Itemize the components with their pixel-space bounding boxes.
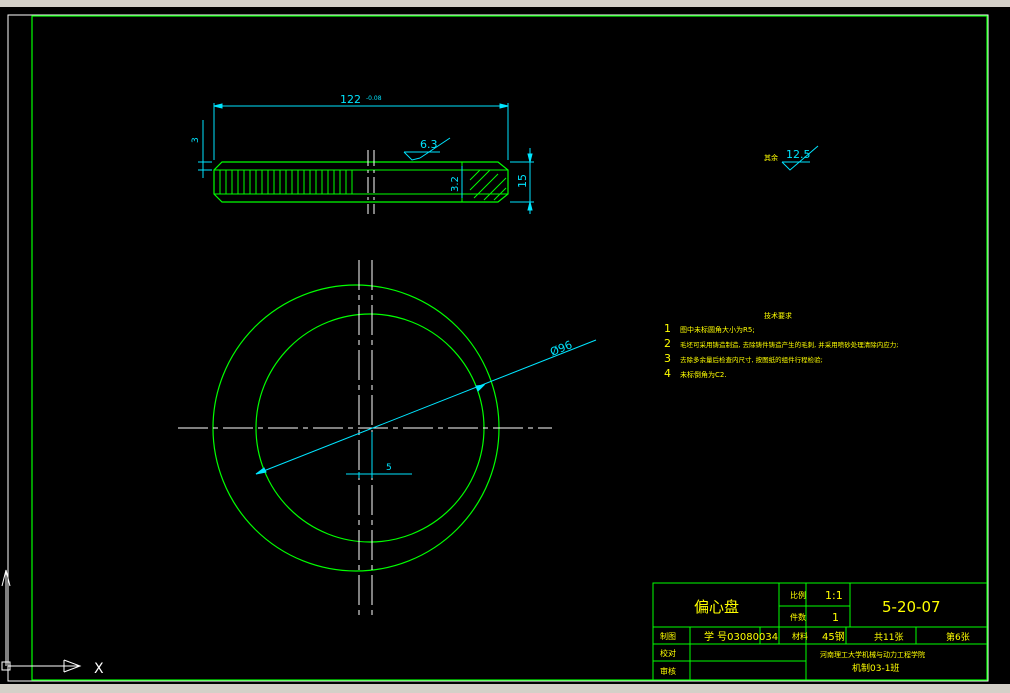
- title-drawn-value: 学 号03080034: [704, 630, 778, 643]
- svg-text:4: 4: [664, 367, 671, 380]
- ucs-x-label: X: [94, 661, 104, 677]
- svg-text:3: 3: [664, 352, 671, 365]
- dim-diameter-96: Ø96: [548, 338, 574, 359]
- svg-text:技术要求: 技术要求: [764, 311, 792, 320]
- rest-roughness-label: 其余: [764, 153, 778, 162]
- dim-offset-5: 5: [386, 463, 392, 473]
- title-sheets-total: 共11张: [874, 632, 903, 643]
- dim-width-tol: -0.08: [366, 95, 382, 102]
- title-scale-value: 1:1: [825, 589, 843, 602]
- window-bottom-strip: [0, 684, 1010, 693]
- svg-text:1: 1: [664, 322, 671, 335]
- front-view: [178, 260, 552, 615]
- dim-left-3: 3: [191, 137, 201, 143]
- title-class: 机制03-1班: [852, 662, 899, 674]
- front-dimensions: [255, 339, 597, 478]
- ucs-icon: [1, 569, 82, 673]
- title-school: 河南理工大学机械与动力工程学院: [820, 650, 925, 659]
- dim-width-122: 122: [340, 93, 361, 106]
- dim-chamfer-3-2: 3.2: [450, 176, 461, 192]
- cad-drawing-canvas[interactable]: 122 -0.08 3 6.3 3.2 15 其余 12.5 Ø96 5 技术要…: [0, 0, 1010, 693]
- title-drawing-number: 5-20-07: [882, 598, 941, 616]
- roughness-6-3: 6.3: [420, 138, 438, 151]
- title-qty-label: 件数: [790, 612, 806, 622]
- title-drawn-label: 制图: [660, 631, 676, 641]
- title-part-name: 偏心盘: [694, 598, 739, 616]
- section-hatch: [469, 169, 507, 201]
- dim-height-15: 15: [516, 174, 529, 188]
- section-dimensions: [198, 103, 534, 214]
- title-review-label: 审核: [660, 666, 676, 676]
- knurl-hatch: [219, 170, 353, 194]
- title-material-value: 45钢: [822, 630, 845, 643]
- section-view: [213, 150, 509, 214]
- title-qty-value: 1: [832, 611, 839, 624]
- svg-text:毛坯可采用铸造制造, 去除铸件铸造产生的毛刺, 并采用喷砂处: 毛坯可采用铸造制造, 去除铸件铸造产生的毛刺, 并采用喷砂处理清除内应力;: [680, 340, 898, 349]
- rest-roughness-value: 12.5: [786, 148, 811, 161]
- svg-text:未标倒角为C2.: 未标倒角为C2.: [680, 370, 727, 379]
- svg-text:2: 2: [664, 337, 671, 350]
- title-sheet-no: 第6张: [946, 631, 970, 643]
- title-material-label: 材料: [792, 631, 808, 641]
- svg-text:图中未标圆角大小为R5;: 图中未标圆角大小为R5;: [680, 325, 755, 334]
- technical-notes: 技术要求 1 图中未标圆角大小为R5; 2 毛坯可采用铸造制造, 去除铸件铸造产…: [664, 311, 898, 380]
- title-check-label: 校对: [660, 648, 676, 658]
- svg-text:去除多余量后检查内尺寸, 按图纸的组件行程检验;: 去除多余量后检查内尺寸, 按图纸的组件行程检验;: [680, 355, 823, 364]
- title-scale-label: 比例: [790, 590, 806, 600]
